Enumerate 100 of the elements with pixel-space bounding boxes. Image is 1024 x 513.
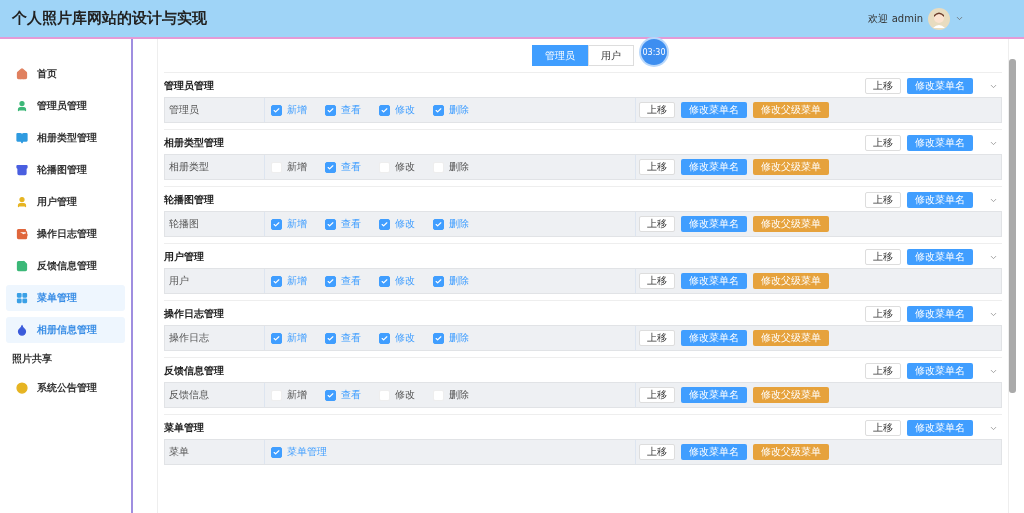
checkbox[interactable] xyxy=(433,332,444,344)
sidebar-item[interactable]: 首页 xyxy=(6,61,125,87)
rename-menu-button[interactable]: 修改菜单名 xyxy=(907,249,973,265)
site-title: 个人照片库网站的设计与实现 xyxy=(12,9,207,28)
checkbox[interactable] xyxy=(325,218,336,230)
checkbox[interactable] xyxy=(271,218,282,230)
checkbox-label: 查看 xyxy=(341,160,361,174)
checkbox[interactable] xyxy=(325,161,336,173)
move-up-button[interactable]: 上移 xyxy=(639,330,675,346)
move-up-button[interactable]: 上移 xyxy=(865,420,901,436)
checkbox[interactable] xyxy=(325,389,336,401)
rename-menu-button[interactable]: 修改菜单名 xyxy=(681,444,747,460)
rename-menu-button[interactable]: 修改菜单名 xyxy=(681,273,747,289)
checkbox-label: 修改 xyxy=(395,103,415,117)
move-up-button[interactable]: 上移 xyxy=(865,78,901,94)
section-title: 菜单管理 xyxy=(164,421,205,435)
rename-menu-button[interactable]: 修改菜单名 xyxy=(907,78,973,94)
checkbox-label: 删除 xyxy=(449,331,469,345)
change-parent-button[interactable]: 修改父级菜单 xyxy=(753,159,829,175)
checkbox-label: 新增 xyxy=(287,217,307,231)
sidebar-item[interactable]: 相册类型管理 xyxy=(6,125,125,151)
move-up-button[interactable]: 上移 xyxy=(639,159,675,175)
move-up-button[interactable]: 上移 xyxy=(639,387,675,403)
checkbox[interactable] xyxy=(433,275,444,287)
checkbox[interactable] xyxy=(379,332,390,344)
sidebar-item[interactable]: 相册信息管理 xyxy=(6,317,125,343)
checkbox[interactable] xyxy=(379,275,390,287)
checkbox-label: 新增 xyxy=(287,274,307,288)
checkbox[interactable] xyxy=(433,218,444,230)
rename-menu-button[interactable]: 修改菜单名 xyxy=(681,216,747,232)
checkbox-label: 删除 xyxy=(449,160,469,174)
move-up-button[interactable]: 上移 xyxy=(865,306,901,322)
row-label: 用户 xyxy=(165,269,265,293)
section-title: 相册类型管理 xyxy=(164,136,225,150)
checkbox[interactable] xyxy=(271,446,282,458)
checkbox-label: 新增 xyxy=(287,388,307,402)
checkbox[interactable] xyxy=(325,275,336,287)
change-parent-button[interactable]: 修改父级菜单 xyxy=(753,102,829,118)
rename-menu-button[interactable]: 修改菜单名 xyxy=(681,387,747,403)
section-title: 管理员管理 xyxy=(164,79,215,93)
section-title: 轮播图管理 xyxy=(164,193,215,207)
row-label: 反馈信息 xyxy=(165,383,265,407)
sidebar-item[interactable]: 轮播图管理 xyxy=(6,157,125,183)
move-up-button[interactable]: 上移 xyxy=(865,249,901,265)
move-up-button[interactable]: 上移 xyxy=(865,363,901,379)
rename-menu-button[interactable]: 修改菜单名 xyxy=(907,306,973,322)
move-up-button[interactable]: 上移 xyxy=(639,273,675,289)
checkbox-label: 修改 xyxy=(395,160,415,174)
checkbox-label: 删除 xyxy=(449,103,469,117)
checkbox-label: 修改 xyxy=(395,217,415,231)
rename-menu-button[interactable]: 修改菜单名 xyxy=(907,192,973,208)
sidebar-item[interactable]: 菜单管理 xyxy=(6,285,125,311)
checkbox[interactable] xyxy=(271,104,282,116)
rename-menu-button[interactable]: 修改菜单名 xyxy=(681,102,747,118)
move-up-button[interactable]: 上移 xyxy=(865,192,901,208)
checkbox-label: 删除 xyxy=(449,217,469,231)
move-up-button[interactable]: 上移 xyxy=(865,135,901,151)
rename-menu-button[interactable]: 修改菜单名 xyxy=(681,159,747,175)
change-parent-button[interactable]: 修改父级菜单 xyxy=(753,444,829,460)
checkbox[interactable] xyxy=(379,218,390,230)
checkbox[interactable] xyxy=(325,104,336,116)
checkbox[interactable] xyxy=(325,332,336,344)
rename-menu-button[interactable]: 修改菜单名 xyxy=(907,135,973,151)
sidebar-item-label: 菜单管理 xyxy=(37,291,77,305)
checkbox-label: 菜单管理 xyxy=(287,445,327,459)
checkbox-label: 查看 xyxy=(341,274,361,288)
move-up-button[interactable]: 上移 xyxy=(639,444,675,460)
sidebar-item-label: 轮播图管理 xyxy=(37,163,87,177)
rename-menu-button[interactable]: 修改菜单名 xyxy=(681,330,747,346)
checkbox-label: 查看 xyxy=(341,217,361,231)
move-up-button[interactable]: 上移 xyxy=(639,102,675,118)
change-parent-button[interactable]: 修改父级菜单 xyxy=(753,216,829,232)
checkbox-label: 删除 xyxy=(449,388,469,402)
rename-menu-button[interactable]: 修改菜单名 xyxy=(907,363,973,379)
sidebar-item-label: 系统公告管理 xyxy=(37,381,97,395)
checkbox[interactable] xyxy=(271,332,282,344)
checkbox-label: 新增 xyxy=(287,160,307,174)
checkbox[interactable] xyxy=(379,104,390,116)
section-title: 反馈信息管理 xyxy=(164,364,225,378)
tab[interactable]: 管理员 xyxy=(532,45,588,66)
move-up-button[interactable]: 上移 xyxy=(639,216,675,232)
change-parent-button[interactable]: 修改父级菜单 xyxy=(753,273,829,289)
change-parent-button[interactable]: 修改父级菜单 xyxy=(753,387,829,403)
scrollbar-thumb[interactable] xyxy=(1009,59,1016,393)
sidebar-item[interactable]: 管理员管理 xyxy=(6,93,125,119)
sidebar-item[interactable]: 用户管理 xyxy=(6,189,125,215)
sidebar-item[interactable]: 反馈信息管理 xyxy=(6,253,125,279)
sidebar-item-label: 相册类型管理 xyxy=(37,131,97,145)
rename-menu-button[interactable]: 修改菜单名 xyxy=(907,420,973,436)
sidebar-item-label: 首页 xyxy=(37,67,57,81)
checkbox[interactable] xyxy=(271,275,282,287)
section-title: 用户管理 xyxy=(164,250,205,264)
avatar-icon[interactable] xyxy=(928,7,950,30)
tab[interactable]: 用户 xyxy=(588,45,634,66)
checkbox-label: 删除 xyxy=(449,274,469,288)
checkbox[interactable] xyxy=(433,104,444,116)
sidebar-item[interactable]: 系统公告管理 xyxy=(6,375,125,401)
caret-icon[interactable] xyxy=(955,14,964,23)
sidebar-item[interactable]: 操作日志管理 xyxy=(6,221,125,247)
change-parent-button[interactable]: 修改父级菜单 xyxy=(753,330,829,346)
